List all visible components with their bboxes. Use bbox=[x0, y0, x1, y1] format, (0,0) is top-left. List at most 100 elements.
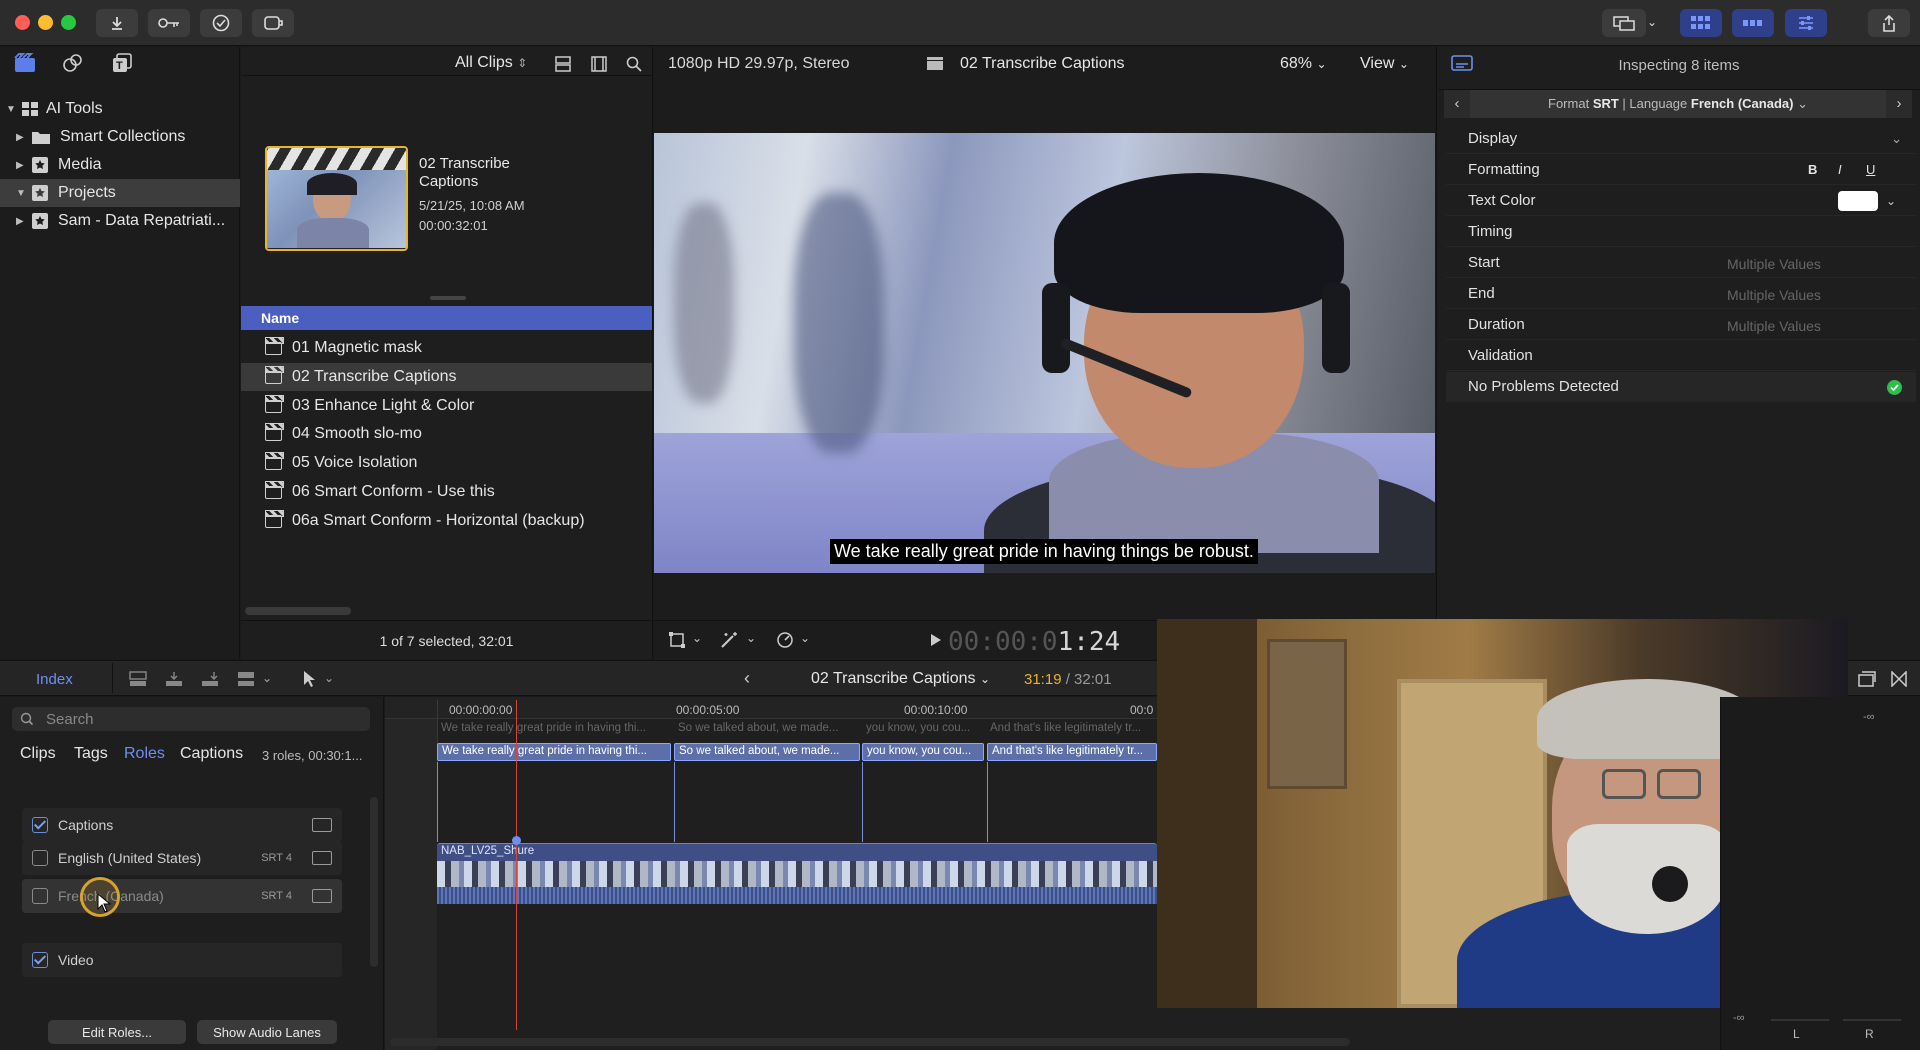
edit-roles-button[interactable]: Edit Roles... bbox=[48, 1020, 186, 1044]
timecode-display[interactable]: 00:00:01:24 bbox=[948, 627, 1120, 657]
photos-audio-icon[interactable] bbox=[62, 53, 84, 73]
tab-roles[interactable]: Roles bbox=[124, 745, 165, 763]
role-french[interactable]: French (Canada) SRT 4 bbox=[22, 879, 342, 913]
minimize-window-button[interactable] bbox=[38, 15, 53, 30]
insert-clip-icon[interactable] bbox=[164, 671, 184, 687]
close-window-button[interactable] bbox=[15, 15, 30, 30]
keywords-button[interactable] bbox=[148, 9, 190, 37]
list-item[interactable]: 06a Smart Conform - Horizontal (backup) bbox=[241, 507, 652, 535]
playhead[interactable] bbox=[516, 700, 517, 1030]
bold-button[interactable]: B bbox=[1808, 162, 1817, 177]
timeline-toggle-button[interactable] bbox=[1732, 9, 1774, 37]
library-ai-tools[interactable]: ▼ AI Tools bbox=[0, 95, 240, 123]
back-arrow-icon[interactable]: ‹ bbox=[744, 668, 750, 689]
disclosure-closed-icon[interactable]: ▶ bbox=[16, 216, 26, 227]
tab-clips[interactable]: Clips bbox=[20, 745, 56, 763]
role-video[interactable]: Video bbox=[22, 943, 342, 977]
play-icon[interactable] bbox=[930, 633, 942, 647]
index-scrollbar[interactable] bbox=[370, 797, 378, 967]
role-captions[interactable]: Captions bbox=[22, 808, 342, 842]
underline-button[interactable]: U bbox=[1866, 162, 1875, 177]
role-checkbox[interactable] bbox=[32, 888, 48, 904]
caption-clip[interactable]: you know, you cou... bbox=[862, 743, 984, 761]
caption-clip[interactable]: We take really great pride in having thi… bbox=[437, 743, 671, 761]
split-handle[interactable] bbox=[430, 296, 466, 300]
clip-appearance-icon[interactable] bbox=[1858, 671, 1876, 687]
library-sam-data[interactable]: ▶ Sam - Data Repatriati... bbox=[0, 207, 240, 235]
timeline-scrollbar[interactable] bbox=[390, 1038, 1350, 1046]
view-menu[interactable]: View ⌄ bbox=[1360, 55, 1409, 73]
disclosure-open-icon[interactable]: ▼ bbox=[6, 104, 16, 115]
speed-gauge-icon[interactable] bbox=[776, 631, 794, 649]
library-projects[interactable]: ▼ Projects bbox=[0, 179, 240, 207]
tab-captions[interactable]: Captions bbox=[180, 745, 243, 763]
chevron-down-icon[interactable]: ⌄ bbox=[746, 631, 756, 645]
share-button[interactable] bbox=[1868, 9, 1910, 37]
transform-icon[interactable] bbox=[668, 631, 686, 649]
workspace-button[interactable] bbox=[1602, 9, 1646, 37]
zoom-menu[interactable]: 68% ⌄ bbox=[1280, 55, 1327, 73]
share-role-button[interactable] bbox=[252, 9, 294, 37]
chevron-down-icon[interactable]: ⌄ bbox=[1647, 15, 1657, 29]
role-checkbox[interactable] bbox=[32, 850, 48, 866]
library-media[interactable]: ▶ Media bbox=[0, 151, 240, 179]
index-search-input[interactable]: Search bbox=[12, 707, 370, 731]
import-button[interactable] bbox=[96, 9, 138, 37]
append-clip-icon[interactable] bbox=[200, 671, 220, 687]
role-checkbox[interactable] bbox=[32, 952, 48, 968]
text-color-well[interactable] bbox=[1838, 191, 1878, 211]
list-item[interactable]: 01 Magnetic mask bbox=[241, 334, 652, 362]
transitions-icon[interactable] bbox=[1891, 671, 1907, 687]
project-menu[interactable]: 02 Transcribe Captions ⌄ bbox=[811, 670, 990, 688]
start-value[interactable]: Multiple Values bbox=[1727, 256, 1821, 272]
browser-toggle-button[interactable] bbox=[1680, 9, 1722, 37]
disclosure-closed-icon[interactable]: ▶ bbox=[16, 160, 26, 171]
list-item[interactable]: 04 Smooth slo-mo bbox=[241, 420, 652, 448]
name-column-header[interactable]: Name bbox=[241, 306, 652, 330]
disclosure-closed-icon[interactable]: ▶ bbox=[16, 132, 26, 143]
project-thumbnail[interactable] bbox=[265, 146, 408, 251]
lane-button[interactable] bbox=[312, 818, 332, 832]
disclosure-open-icon[interactable]: ▼ bbox=[16, 188, 26, 199]
filmstrip-icon[interactable] bbox=[591, 56, 607, 72]
index-button[interactable]: Index bbox=[36, 671, 73, 688]
chevron-down-icon[interactable]: ⌄ bbox=[800, 631, 810, 645]
chevron-down-icon[interactable]: ⌄ bbox=[262, 671, 272, 685]
tab-tags[interactable]: Tags bbox=[74, 745, 108, 763]
horizontal-scrollbar[interactable] bbox=[245, 607, 351, 615]
previous-arrow-icon[interactable]: ‹ bbox=[1444, 90, 1470, 118]
format-language-menu[interactable]: Format SRT | Language French (Canada) ⌄ bbox=[1470, 96, 1886, 112]
italic-button[interactable]: I bbox=[1838, 162, 1842, 177]
clip-filter-menu[interactable]: All Clips ⇕ bbox=[455, 54, 527, 72]
role-checkbox[interactable] bbox=[32, 817, 48, 833]
list-view-icon[interactable] bbox=[555, 56, 571, 72]
inspector-toggle-button[interactable] bbox=[1785, 9, 1827, 37]
search-icon[interactable] bbox=[626, 56, 642, 72]
titles-generators-icon[interactable]: T bbox=[112, 53, 134, 73]
role-english[interactable]: English (United States) SRT 4 bbox=[22, 841, 342, 875]
libraries-icon[interactable] bbox=[14, 53, 36, 73]
caption-clip[interactable]: And that's like legitimately tr... bbox=[987, 743, 1157, 761]
end-value[interactable]: Multiple Values bbox=[1727, 287, 1821, 303]
lane-button[interactable] bbox=[312, 889, 332, 903]
list-item[interactable]: 05 Voice Isolation bbox=[241, 449, 652, 477]
next-arrow-icon[interactable]: › bbox=[1886, 90, 1912, 118]
connect-clip-icon[interactable] bbox=[128, 671, 148, 687]
library-smart-collections[interactable]: ▶ Smart Collections bbox=[0, 123, 240, 151]
video-frame[interactable] bbox=[654, 133, 1435, 573]
video-clip[interactable]: NAB_LV25_Shure bbox=[437, 843, 1157, 904]
show-audio-lanes-button[interactable]: Show Audio Lanes bbox=[197, 1020, 337, 1044]
overwrite-clip-icon[interactable] bbox=[236, 671, 256, 687]
inspector-row-display[interactable]: Display ⌄ bbox=[1446, 124, 1916, 154]
chevron-down-icon[interactable]: ⌄ bbox=[692, 631, 702, 645]
chevron-down-icon[interactable]: ⌄ bbox=[324, 671, 334, 685]
caption-clip[interactable]: So we talked about, we made... bbox=[674, 743, 860, 761]
skimmer-marker[interactable] bbox=[512, 836, 521, 845]
list-item[interactable]: 03 Enhance Light & Color bbox=[241, 392, 652, 420]
chevron-down-icon[interactable]: ⌄ bbox=[1886, 194, 1896, 208]
magic-wand-icon[interactable] bbox=[720, 631, 740, 649]
background-tasks-button[interactable] bbox=[200, 9, 242, 37]
list-item[interactable]: 02 Transcribe Captions bbox=[241, 363, 652, 391]
zoom-window-button[interactable] bbox=[61, 15, 76, 30]
select-tool-icon[interactable] bbox=[302, 670, 316, 688]
